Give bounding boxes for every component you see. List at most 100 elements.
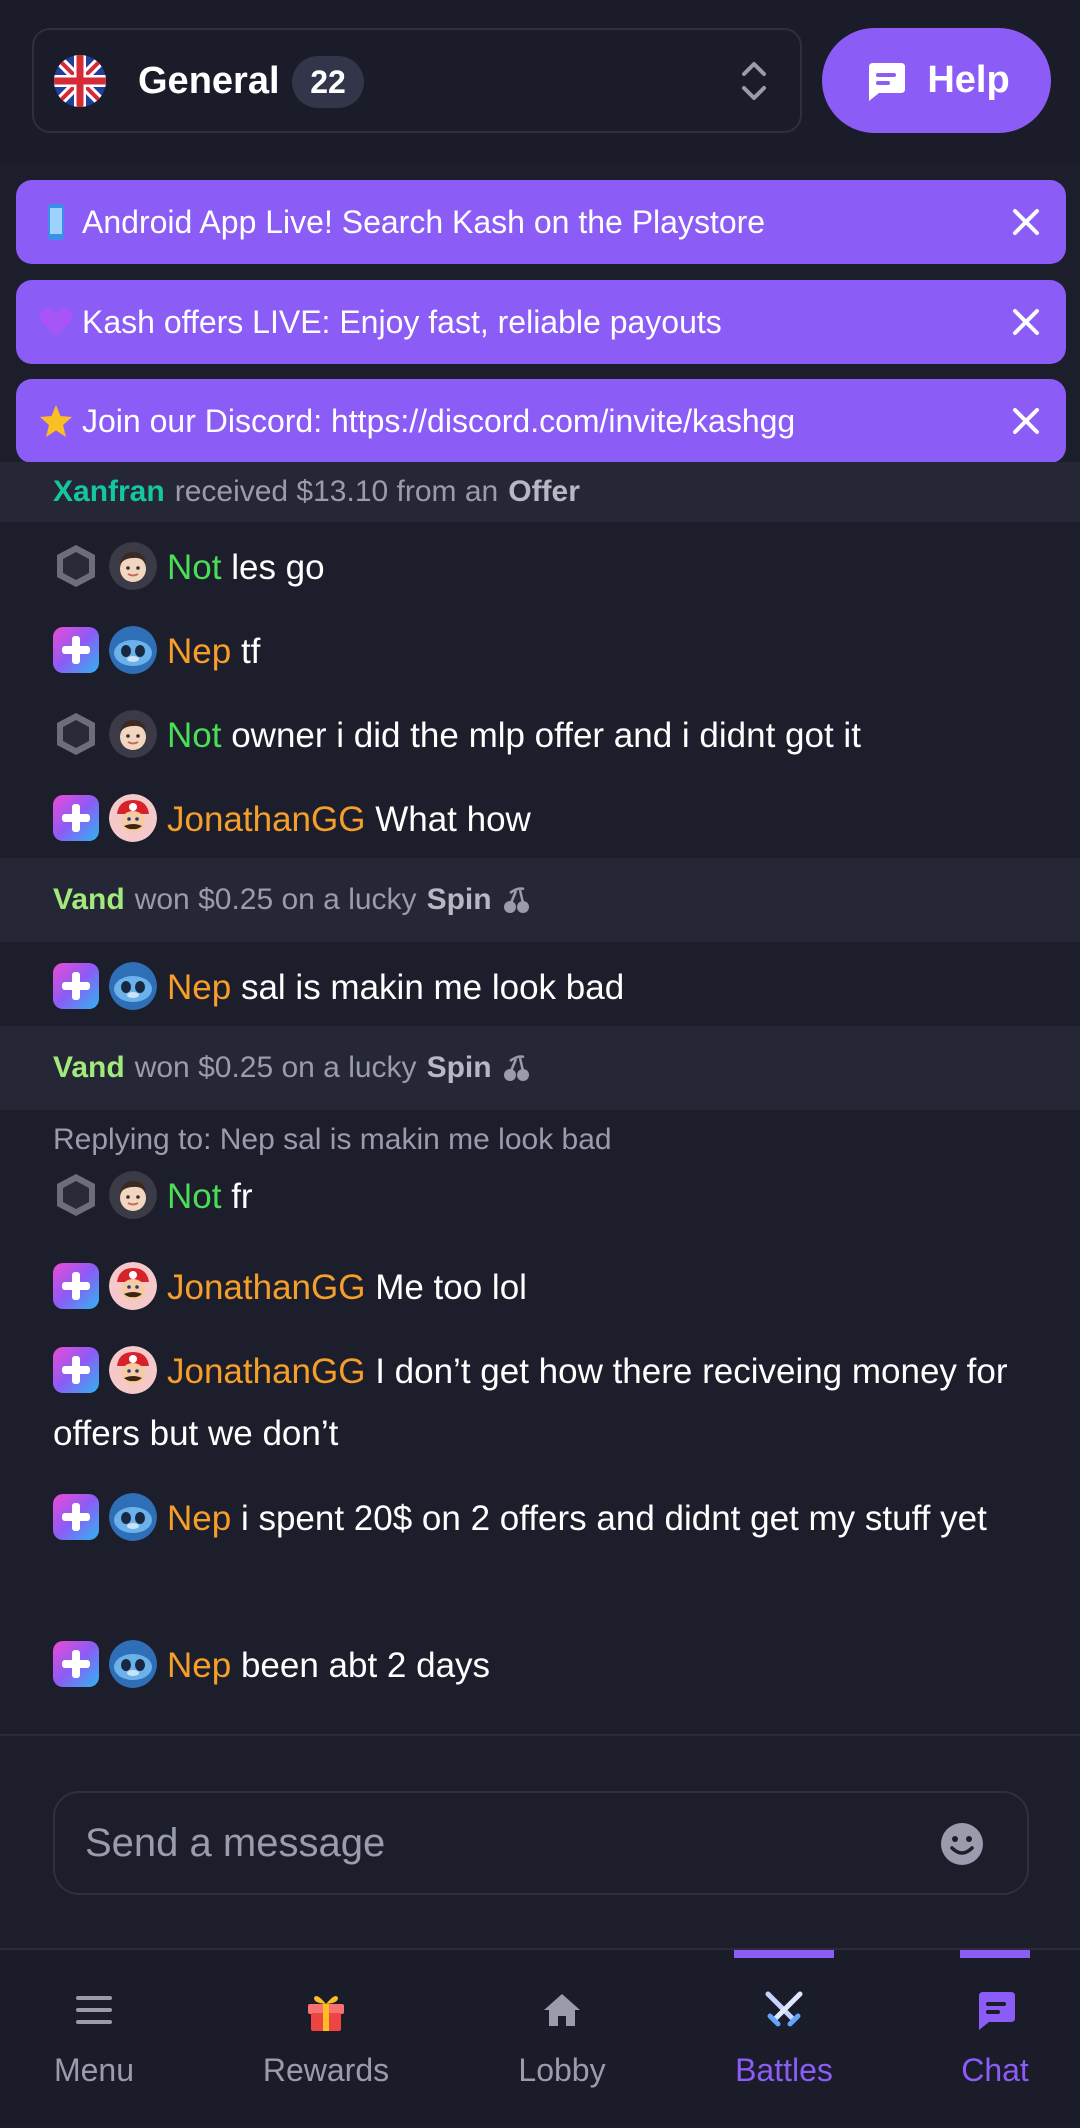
hexagon-badge-icon bbox=[53, 1172, 99, 1218]
chat-feed[interactable]: Xanfran received $13.10 from an Offer No… bbox=[0, 462, 1080, 1734]
nav-label: Lobby bbox=[518, 2052, 606, 2088]
announcement-text: Kash offers LIVE: Enjoy fast, reliable p… bbox=[82, 303, 722, 340]
close-icon[interactable] bbox=[1008, 403, 1044, 439]
chevron-up-down-icon bbox=[742, 62, 766, 100]
spin-event-row: Vand won $0.25 on a lucky Spin bbox=[0, 858, 1080, 942]
announcement-text: Android App Live! Search Kash on the Pla… bbox=[82, 203, 766, 240]
hexagon-badge-icon bbox=[53, 543, 99, 589]
message-username[interactable]: JonathanGG bbox=[167, 1268, 365, 1307]
help-label: Help bbox=[927, 59, 1010, 101]
message-text: been abt 2 days bbox=[240, 1646, 491, 1685]
nav-label: Battles bbox=[735, 2052, 833, 2088]
plus-badge-icon bbox=[53, 627, 99, 673]
avatar[interactable] bbox=[109, 710, 157, 758]
chat-message: Nep i spent 20$ on 2 offers and didnt ge… bbox=[0, 1488, 1080, 1550]
room-selector[interactable]: General 22 bbox=[32, 28, 802, 133]
plus-badge-icon bbox=[53, 1641, 99, 1687]
plus-badge-icon bbox=[53, 963, 99, 1009]
message-username[interactable]: Not bbox=[167, 1177, 221, 1216]
nav-battles[interactable]: Battles bbox=[724, 1950, 844, 2128]
gift-icon bbox=[308, 1996, 344, 2031]
bottom-nav: Menu Rewards Lobby Battles Chat bbox=[0, 1948, 1080, 2126]
help-button[interactable]: Help bbox=[822, 28, 1051, 133]
message-username[interactable]: JonathanGG bbox=[167, 800, 365, 839]
nav-label: Chat bbox=[961, 2052, 1029, 2088]
message-text: tf bbox=[240, 632, 261, 671]
home-icon bbox=[544, 1994, 580, 2026]
message-username[interactable]: Nep bbox=[167, 1499, 231, 1538]
chat-message: JonathanGG What how bbox=[0, 789, 1080, 851]
event-username[interactable]: Xanfran bbox=[53, 475, 165, 509]
crossed-swords-icon bbox=[765, 1991, 803, 2027]
nav-menu[interactable]: Menu bbox=[40, 1950, 148, 2128]
chat-message: Nep been abt 2 days bbox=[0, 1635, 1080, 1697]
message-text: Me too lol bbox=[375, 1268, 527, 1307]
event-username[interactable]: Vand bbox=[53, 883, 125, 917]
chat-message: Not les go bbox=[0, 537, 1080, 599]
chat-message: JonathanGG Me too lol bbox=[0, 1257, 1080, 1319]
offer-event-row: Xanfran received $13.10 from an Offer bbox=[0, 462, 1080, 522]
avatar[interactable] bbox=[109, 542, 157, 590]
chat-bubble-icon bbox=[869, 62, 906, 101]
message-text: owner i did the mlp offer and i didnt go… bbox=[231, 716, 861, 755]
announcement-banner: Android App Live! Search Kash on the Pla… bbox=[16, 180, 1066, 264]
plus-badge-icon bbox=[53, 1263, 99, 1309]
close-icon[interactable] bbox=[1008, 204, 1044, 240]
message-username[interactable]: Not bbox=[167, 548, 221, 587]
avatar[interactable] bbox=[109, 1346, 157, 1394]
message-username[interactable]: Nep bbox=[167, 968, 231, 1007]
announcement-banner: Join our Discord: https://discord.com/in… bbox=[16, 379, 1066, 463]
uk-flag-icon bbox=[54, 55, 106, 107]
announcement-text: Join our Discord: https://discord.com/in… bbox=[82, 402, 796, 439]
message-text: fr bbox=[231, 1177, 253, 1216]
close-icon[interactable] bbox=[1008, 304, 1044, 340]
nav-chat[interactable]: Chat bbox=[945, 1950, 1045, 2128]
menu-icon bbox=[76, 1996, 112, 2024]
plus-badge-icon bbox=[53, 1347, 99, 1393]
plus-badge-icon bbox=[53, 795, 99, 841]
nav-rewards[interactable]: Rewards bbox=[256, 1950, 396, 2128]
message-username[interactable]: Not bbox=[167, 716, 221, 755]
message-text: les go bbox=[231, 548, 325, 587]
avatar[interactable] bbox=[109, 1262, 157, 1310]
avatar[interactable] bbox=[109, 794, 157, 842]
phone-icon bbox=[48, 204, 64, 240]
emoji-smile-icon[interactable] bbox=[939, 1821, 985, 1867]
chat-message: Nep sal is makin me look bad bbox=[0, 957, 1080, 1019]
message-username[interactable]: Nep bbox=[167, 632, 231, 671]
reply-preview[interactable]: Replying to: Nep sal is makin me look ba… bbox=[53, 1120, 1040, 1160]
event-highlight: Offer bbox=[508, 475, 580, 508]
message-username[interactable]: JonathanGG bbox=[167, 1352, 365, 1391]
avatar[interactable] bbox=[109, 626, 157, 674]
room-name: General bbox=[138, 60, 280, 102]
message-input-box[interactable] bbox=[53, 1791, 1029, 1895]
event-highlight: Spin bbox=[426, 1051, 492, 1084]
chat-message: Not owner i did the mlp offer and i didn… bbox=[0, 705, 1080, 767]
chat-message: JonathanGG I don’t get how there recivei… bbox=[0, 1341, 1080, 1465]
avatar[interactable] bbox=[109, 1493, 157, 1541]
cherry-icon bbox=[502, 885, 532, 915]
hexagon-badge-icon bbox=[53, 711, 99, 757]
message-text: i spent 20$ on 2 offers and didnt get my… bbox=[240, 1499, 987, 1538]
star-icon bbox=[40, 405, 72, 437]
spin-event-row: Vand won $0.25 on a lucky Spin bbox=[0, 1026, 1080, 1110]
message-input[interactable] bbox=[83, 1813, 933, 1873]
avatar[interactable] bbox=[109, 1640, 157, 1688]
message-text: sal is makin me look bad bbox=[240, 968, 625, 1007]
nav-lobby[interactable]: Lobby bbox=[502, 1950, 622, 2128]
cherry-icon bbox=[502, 1053, 532, 1083]
message-text: What how bbox=[375, 800, 531, 839]
event-text: won $0.25 on a lucky bbox=[134, 883, 417, 916]
nav-label: Menu bbox=[53, 2052, 135, 2088]
message-composer bbox=[0, 1734, 1080, 1948]
chat-bubble-icon bbox=[979, 1992, 1015, 2030]
event-username[interactable]: Vand bbox=[53, 1051, 125, 1085]
chat-header: General 22 Help bbox=[0, 0, 1080, 165]
chat-message-reply: Replying to: Nep sal is makin me look ba… bbox=[0, 1120, 1080, 1228]
message-username[interactable]: Nep bbox=[167, 1646, 231, 1685]
avatar[interactable] bbox=[109, 962, 157, 1010]
event-text: won $0.25 on a lucky bbox=[134, 1051, 417, 1084]
chat-message: Nep tf bbox=[0, 621, 1080, 683]
avatar[interactable] bbox=[109, 1171, 157, 1219]
plus-badge-icon bbox=[53, 1494, 99, 1540]
